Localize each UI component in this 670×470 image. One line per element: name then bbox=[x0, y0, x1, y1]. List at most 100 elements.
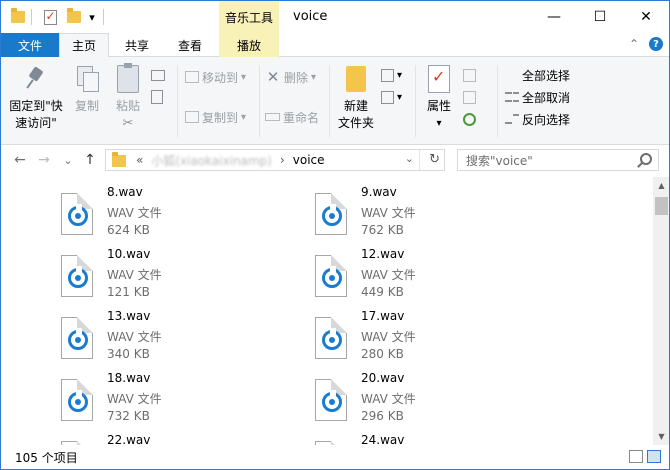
folder-icon bbox=[112, 152, 126, 167]
file-tile[interactable]: 17.wav WAV 文件 280 KB bbox=[315, 307, 555, 369]
new-folder-quick-access-icon[interactable] bbox=[65, 8, 83, 26]
collapse-ribbon-icon[interactable]: ⌃ bbox=[629, 37, 639, 51]
file-tile[interactable]: 24.wavWAV 文件 bbox=[315, 431, 555, 445]
tab-play[interactable]: 播放 bbox=[219, 33, 279, 57]
copy-to-label: 复制到 bbox=[202, 110, 239, 125]
scroll-up-arrow[interactable]: ▲ bbox=[653, 177, 669, 194]
up-button[interactable]: ↑ bbox=[81, 150, 99, 170]
close-button[interactable]: ✕ bbox=[623, 1, 669, 33]
delete-button[interactable]: ✕ 删除 ▾ bbox=[265, 67, 316, 87]
refresh-icon[interactable]: ↻ bbox=[429, 152, 440, 167]
easy-access-button[interactable]: ▾ bbox=[381, 87, 402, 107]
move-to-dropdown: ▾ bbox=[241, 71, 247, 83]
easy-access-dropdown: ▾ bbox=[397, 91, 403, 103]
file-type: WAV 文件 bbox=[107, 392, 162, 406]
paste-shortcut-button[interactable] bbox=[151, 87, 166, 107]
wav-file-icon bbox=[315, 317, 347, 359]
copy-to-button[interactable]: 复制到 ▾ bbox=[185, 107, 246, 127]
forward-button[interactable]: → bbox=[35, 150, 53, 170]
file-name: 12.wav bbox=[361, 247, 405, 261]
file-tile[interactable]: 13.wav WAV 文件 340 KB bbox=[61, 307, 301, 369]
breadcrumb-parent[interactable]: 小狐(xiaokaixinamp) bbox=[151, 152, 272, 169]
file-size: 624 KB bbox=[107, 223, 150, 237]
move-to-icon bbox=[185, 71, 199, 83]
pin-label-line1: 固定到"快 bbox=[9, 99, 63, 113]
breadcrumb-separator[interactable]: › bbox=[280, 153, 285, 167]
breadcrumb-overflow[interactable]: « bbox=[136, 153, 143, 167]
back-button[interactable]: ← bbox=[11, 150, 29, 170]
folder-icon[interactable] bbox=[9, 8, 27, 26]
file-type: WAV 文件 bbox=[361, 392, 416, 406]
edit-button[interactable] bbox=[463, 87, 479, 107]
file-name: 18.wav bbox=[107, 371, 151, 385]
select-none-label: 全部取消 bbox=[522, 90, 571, 105]
divider bbox=[497, 65, 498, 137]
scrollbar-thumb[interactable] bbox=[655, 197, 668, 215]
file-type: WAV 文件 bbox=[107, 330, 162, 344]
cut-icon[interactable]: ✂ bbox=[123, 115, 134, 132]
tab-home[interactable]: 主页 bbox=[59, 33, 109, 58]
explorer-window: ▾ 音乐工具 voice — ☐ ✕ 文件 主页 共享 查看 播放 ⌃ ? 固定… bbox=[0, 0, 670, 470]
vertical-scrollbar[interactable]: ▲ ▼ bbox=[653, 177, 669, 445]
new-item-button[interactable]: ▾ bbox=[381, 65, 402, 85]
address-dropdown[interactable]: ⌄ bbox=[405, 152, 414, 165]
invert-selection-button[interactable]: 反向选择 bbox=[505, 109, 570, 129]
breadcrumb-current[interactable]: voice bbox=[293, 153, 325, 167]
file-tile[interactable]: 12.wav WAV 文件 449 KB bbox=[315, 245, 555, 307]
edit-icon bbox=[463, 90, 476, 104]
file-type: WAV 文件 bbox=[107, 206, 162, 220]
file-tile[interactable]: 22.wavWAV 文件 bbox=[61, 431, 301, 445]
ribbon-controls: ⌃ ? bbox=[629, 37, 663, 51]
view-switcher bbox=[629, 450, 661, 463]
file-list: 8.wav WAV 文件 624 KB 9.wav WAV 文件 762 KB 10.wav… bbox=[1, 177, 652, 445]
select-all-button[interactable]: 全部选择 bbox=[505, 65, 570, 85]
wav-file-icon bbox=[61, 379, 93, 421]
file-name: 10.wav bbox=[107, 247, 151, 261]
tab-view[interactable]: 查看 bbox=[165, 33, 215, 57]
divider bbox=[329, 65, 330, 137]
properties-button[interactable]: 属性 ▾ bbox=[421, 63, 457, 132]
file-name: 24.wav bbox=[361, 433, 405, 445]
rename-label: 重命名 bbox=[283, 110, 320, 125]
file-tile[interactable]: 8.wav WAV 文件 624 KB bbox=[61, 183, 301, 245]
move-to-button[interactable]: 移动到 ▾ bbox=[185, 67, 246, 87]
help-icon[interactable]: ? bbox=[649, 37, 663, 51]
pin-label-line2: 速访问" bbox=[15, 116, 57, 130]
wav-file-icon bbox=[315, 379, 347, 421]
customize-quick-access-dropdown[interactable]: ▾ bbox=[85, 8, 99, 26]
file-tile[interactable]: 9.wav WAV 文件 762 KB bbox=[315, 183, 555, 245]
history-button[interactable] bbox=[463, 109, 479, 129]
recent-locations-button[interactable]: ⌄ bbox=[59, 150, 77, 170]
move-to-label: 移动到 bbox=[202, 70, 239, 85]
properties-quick-access-icon[interactable] bbox=[41, 8, 59, 26]
open-button[interactable] bbox=[463, 65, 479, 85]
minimize-button[interactable]: — bbox=[531, 1, 577, 33]
search-icon bbox=[640, 153, 652, 165]
details-view-button[interactable] bbox=[629, 450, 643, 463]
file-size: 762 KB bbox=[361, 223, 404, 237]
file-tile[interactable]: 18.wav WAV 文件 732 KB bbox=[61, 369, 301, 431]
file-name: 13.wav bbox=[107, 309, 151, 323]
copy-path-button[interactable] bbox=[151, 65, 168, 85]
select-none-button[interactable]: 全部取消 bbox=[505, 87, 570, 107]
file-type: WAV 文件 bbox=[107, 268, 162, 282]
copy-button[interactable]: 复制 bbox=[69, 63, 105, 115]
file-size: 732 KB bbox=[107, 409, 150, 423]
search-input[interactable]: 搜索"voice" bbox=[457, 149, 659, 171]
file-tile[interactable]: 10.wav WAV 文件 121 KB bbox=[61, 245, 301, 307]
copy-to-dropdown: ▾ bbox=[241, 111, 247, 123]
paste-button[interactable]: 粘贴 ✂ bbox=[109, 63, 147, 132]
file-tile[interactable]: 20.wav WAV 文件 296 KB bbox=[315, 369, 555, 431]
rename-button[interactable]: 重命名 bbox=[265, 107, 319, 127]
scroll-down-arrow[interactable]: ▼ bbox=[653, 428, 669, 445]
pin-to-quick-access-button[interactable]: 固定到"快 速访问" bbox=[7, 63, 65, 132]
address-bar[interactable]: « 小狐(xiaokaixinamp) › voice ⌄ ↻ bbox=[105, 149, 445, 171]
maximize-button[interactable]: ☐ bbox=[577, 1, 623, 33]
file-type: WAV 文件 bbox=[361, 206, 416, 220]
wav-file-icon bbox=[61, 255, 93, 297]
tab-share[interactable]: 共享 bbox=[113, 33, 161, 57]
tiles-view-button[interactable] bbox=[647, 450, 661, 463]
tab-file[interactable]: 文件 bbox=[1, 33, 59, 57]
new-folder-button[interactable]: 新建 文件夹 bbox=[335, 63, 377, 132]
navigation-bar: ← → ⌄ ↑ « 小狐(xiaokaixinamp) › voice ⌄ ↻ … bbox=[1, 145, 669, 175]
